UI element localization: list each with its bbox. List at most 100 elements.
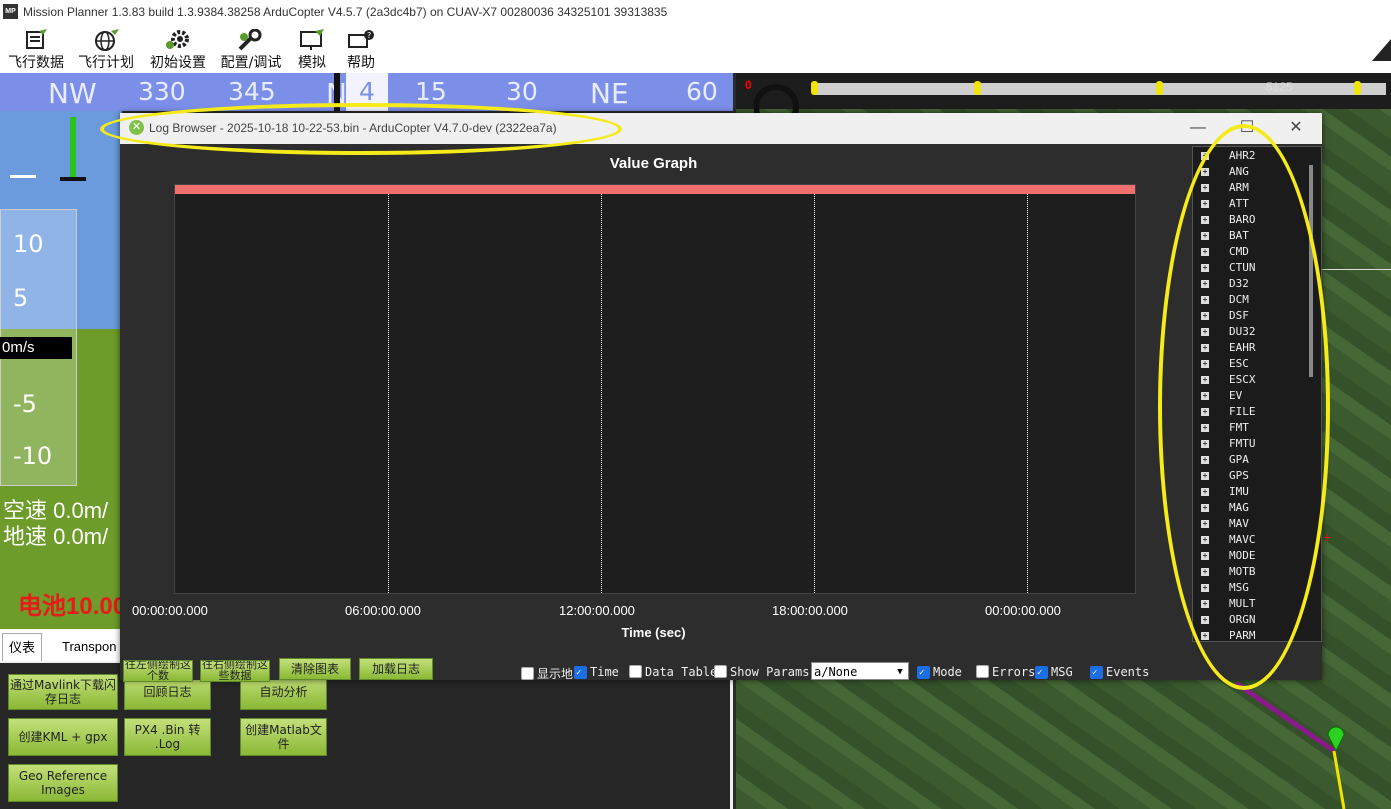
svg-text:?: ? — [367, 31, 371, 40]
toolbar-initial-setup-button[interactable]: 初始设置 — [146, 25, 210, 73]
app-title: Mission Planner 1.3.83 build 1.3.9384.38… — [23, 5, 668, 19]
slider-marker[interactable] — [811, 81, 818, 95]
slider-marker[interactable] — [974, 81, 981, 95]
app-logo-icon: MP — [3, 4, 18, 19]
clear-graph-button[interactable]: 清除图表 — [279, 658, 351, 680]
checkbox-box — [574, 666, 587, 679]
load-log-button[interactable]: 加载日志 — [359, 658, 433, 680]
checkbox-box — [521, 667, 534, 680]
plot-left-button[interactable]: 往左侧绘制这个数 — [123, 660, 193, 682]
compass-label: 345 — [228, 77, 276, 106]
time-checkbox[interactable]: Time — [574, 665, 619, 679]
wrench-icon — [238, 29, 262, 51]
toolbar-label: 飞行计划 — [78, 55, 134, 71]
checkbox-box — [714, 665, 727, 678]
tape-label: -5 — [13, 390, 37, 418]
toolbar-label: 帮助 — [347, 55, 375, 71]
errors-checkbox[interactable]: Errors — [976, 665, 1035, 679]
grid-line — [814, 194, 815, 593]
checkbox-box — [1035, 666, 1048, 679]
create-kml-button[interactable]: 创建KML + gpx — [8, 718, 118, 756]
log-browser-window: ✕ Log Browser - 2025-10-18 10-22-53.bin … — [120, 113, 1322, 682]
create-matlab-button[interactable]: 创建Matlab文件 — [240, 718, 327, 756]
toolbar-label: 配置/调试 — [220, 55, 282, 71]
compass-label: 15 — [415, 77, 447, 106]
tab-transponder[interactable]: Transpon — [56, 633, 122, 661]
x-axis-label: Time (sec) — [621, 625, 686, 640]
simulation-icon — [300, 29, 324, 50]
grid-line — [601, 194, 602, 593]
corner-arrow-icon — [1372, 39, 1391, 61]
checkbox-box — [976, 665, 989, 678]
tape-label: 5 — [13, 284, 29, 312]
compass-label: 330 — [138, 77, 186, 106]
compass-label: 60 — [686, 77, 718, 106]
checkbox-box — [917, 666, 930, 679]
mode-checkbox[interactable]: Mode — [917, 665, 962, 679]
x-tick-label: 18:00:00.000 — [772, 603, 848, 618]
globe-icon — [95, 29, 119, 51]
x-tick-label: 00:00:00.000 — [985, 603, 1061, 618]
toolbar-flight-data-button[interactable]: 飞行数据 — [4, 25, 68, 73]
hud-horizon-tick — [10, 175, 36, 178]
time-slider[interactable] — [811, 81, 1386, 95]
value-graph-plot[interactable] — [174, 184, 1136, 594]
toolbar-config-tuning-button[interactable]: 配置/调试 — [216, 25, 286, 73]
show-map-checkbox[interactable]: 显示地 — [521, 665, 573, 682]
annotation-ellipse-tree — [1158, 124, 1330, 690]
events-checkbox[interactable]: Events — [1090, 665, 1149, 679]
slider-value: 5125 — [1266, 80, 1293, 94]
plot-right-button[interactable]: 往右侧绘制这些数据 — [200, 660, 270, 682]
tape-label: -10 — [13, 442, 53, 470]
close-icon[interactable]: ✕ — [1281, 117, 1311, 139]
gear-icon — [166, 30, 189, 49]
grid-line — [1027, 194, 1028, 593]
mode-dropdown[interactable]: a/None ▼ — [811, 662, 909, 680]
app-titlebar: MP Mission Planner 1.3.83 build 1.3.9384… — [0, 0, 1391, 25]
annotation-ellipse-title — [100, 103, 622, 155]
toolbar-label: 飞行数据 — [8, 55, 64, 71]
x-tick-label: 00:00:00.000 — [132, 603, 208, 618]
toolbar-label: 初始设置 — [150, 55, 206, 71]
hud-groundspeed: 地速 0.0m/ — [3, 524, 109, 549]
toolbar-flight-plan-button[interactable]: 飞行计划 — [74, 25, 138, 73]
hud-battery: 电池10.00 — [18, 593, 122, 620]
map-gauge-icon — [754, 84, 799, 117]
checkbox-box — [629, 665, 642, 678]
px4-bin-log-button[interactable]: PX4 .Bin 转 .Log — [124, 718, 211, 756]
grid-line — [388, 194, 389, 593]
hud-speed-readout: 0m/s — [0, 337, 72, 359]
home-marker-icon[interactable] — [1326, 723, 1346, 753]
compass-label: 30 — [506, 77, 538, 106]
toolbar-label: 模拟 — [298, 55, 326, 71]
hud-display: 10 5 -5 -10 0m/s 空速 0.0m/ 地速 0.0m/ 电池10.… — [0, 111, 122, 629]
toolbar-help-button[interactable]: ? 帮助 — [340, 25, 382, 73]
minimize-icon[interactable]: — — [1183, 117, 1213, 139]
graph-title: Value Graph — [609, 155, 698, 172]
map-crosshair-icon: + — [1323, 529, 1332, 545]
map-line — [1322, 269, 1391, 270]
tab-instruments[interactable]: 仪表 — [2, 633, 43, 662]
help-icon: ? — [348, 30, 374, 48]
compass-label: 4 — [359, 77, 375, 106]
plot-top-band — [175, 185, 1135, 194]
compass-label: NE — [590, 77, 629, 110]
dataflash-panel: 通过Mavlink下载闪存日志 回顾日志 自动分析 创建KML + gpx PX… — [0, 661, 733, 809]
slider-min-label: 0 — [745, 78, 752, 92]
chevron-down-icon[interactable]: ▼ — [892, 663, 908, 679]
lower-tabs: 仪表 Transpon — [0, 629, 122, 662]
download-mavlink-button[interactable]: 通过Mavlink下载闪存日志 — [8, 674, 118, 710]
toolbar-simulation-button[interactable]: 模拟 — [292, 25, 332, 73]
hud-pitch-indicator — [70, 117, 76, 177]
x-tick-label: 12:00:00.000 — [559, 603, 635, 618]
checkbox-box — [1090, 666, 1103, 679]
tape-label: 10 — [13, 230, 44, 258]
slider-marker[interactable] — [1156, 81, 1163, 95]
flight-data-icon — [26, 29, 47, 49]
compass-label: NW — [48, 77, 97, 110]
msg-checkbox[interactable]: MSG — [1035, 665, 1073, 679]
data-table-checkbox[interactable]: Data Table — [629, 665, 717, 679]
geo-reference-button[interactable]: Geo Reference Images — [8, 764, 118, 802]
slider-marker[interactable] — [1354, 81, 1361, 95]
show-params-checkbox[interactable]: Show Params — [714, 665, 809, 679]
